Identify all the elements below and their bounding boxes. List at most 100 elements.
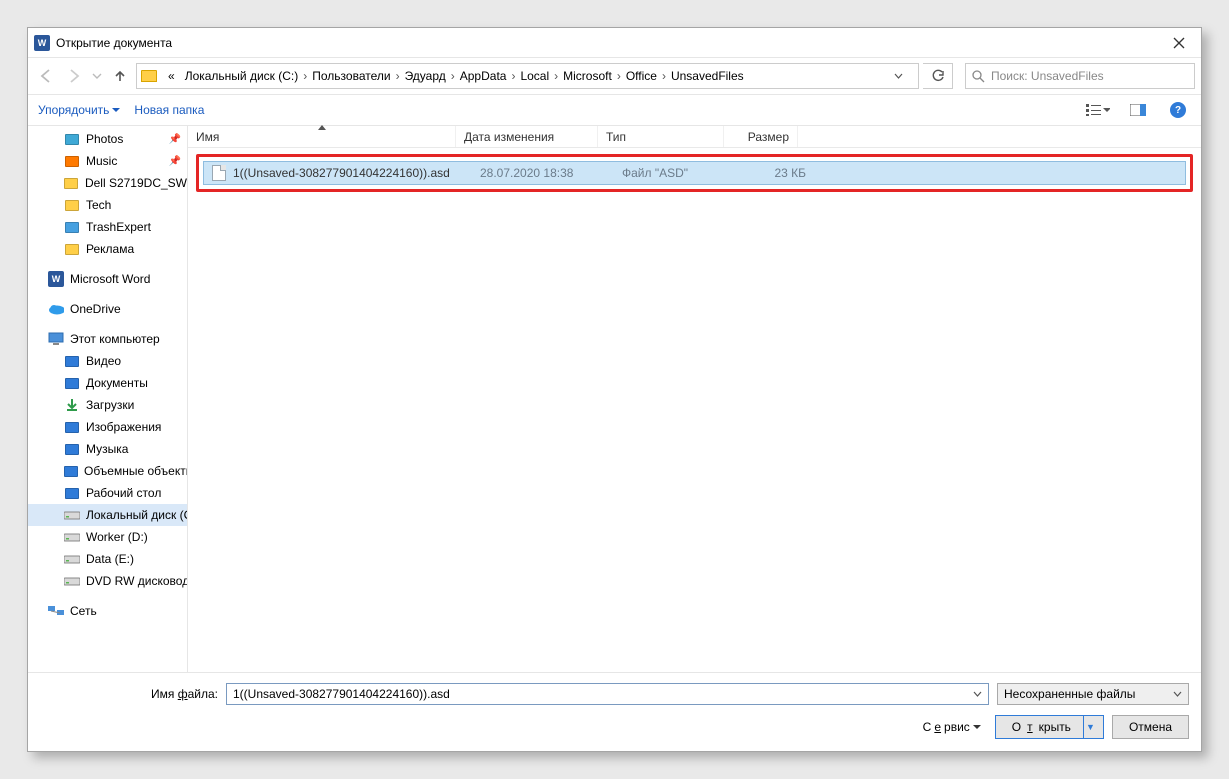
sidebar-pc-item[interactable]: Объемные объекты [28, 460, 187, 482]
view-list-icon [1086, 104, 1101, 116]
sidebar-item-label: DVD RW дисковод [86, 574, 187, 588]
filetype-combo[interactable]: Несохраненные файлы [997, 683, 1189, 705]
breadcrumb-item[interactable]: Эдуард [402, 69, 449, 83]
video-icon [64, 353, 80, 369]
breadcrumb-item[interactable]: Local [517, 69, 552, 83]
new-folder-button[interactable]: Новая папка [134, 103, 204, 117]
breadcrumb-item[interactable]: Пользователи [309, 69, 393, 83]
sidebar-item-label: Tech [86, 198, 111, 212]
pictures-icon [64, 419, 80, 435]
command-bar: Упорядочить Новая папка ? [28, 94, 1201, 126]
file-name: 1((Unsaved-308277901404224160)).asd [233, 166, 450, 180]
chevron-down-icon [894, 73, 903, 79]
sidebar-item-label: Рабочий стол [86, 486, 161, 500]
sidebar-pc-item[interactable]: Data (E:) [28, 548, 187, 570]
sidebar-item-label: Microsoft Word [70, 272, 150, 286]
network-icon [48, 603, 64, 619]
sidebar-pc-item[interactable]: DVD RW дисковод [28, 570, 187, 592]
close-button[interactable] [1163, 31, 1195, 55]
open-file-dialog: W Открытие документа « Локальный диск (C… [27, 27, 1202, 752]
annotation-highlight: 1((Unsaved-308277901404224160)).asd 28.0… [196, 154, 1193, 192]
refresh-button[interactable] [923, 63, 953, 89]
chevron-right-icon: › [449, 69, 457, 83]
sidebar-word[interactable]: WMicrosoft Word [28, 268, 187, 290]
sidebar-pc-item[interactable]: Музыка [28, 438, 187, 460]
sidebar-quick-item[interactable]: Tech [28, 194, 187, 216]
sidebar-pc-item[interactable]: Локальный диск (C:) [28, 504, 187, 526]
open-split-button[interactable]: ▼ [1083, 716, 1097, 738]
chevron-down-icon [1103, 108, 1110, 113]
sidebar-this-pc[interactable]: Этот компьютер [28, 328, 187, 350]
sidebar-item-label: Сеть [70, 604, 97, 618]
recent-locations-button[interactable] [90, 64, 104, 88]
sidebar-pc-item[interactable]: Рабочий стол [28, 482, 187, 504]
sidebar-quick-item[interactable]: TrashExpert [28, 216, 187, 238]
sidebar-pc-item[interactable]: Документы [28, 372, 187, 394]
drive-icon [64, 529, 80, 545]
cancel-button[interactable]: Отмена [1112, 715, 1189, 739]
open-button[interactable]: Открыть ▼ [995, 715, 1104, 739]
arrow-up-icon [113, 69, 127, 83]
breadcrumb-item[interactable]: Локальный диск (C:) [182, 69, 302, 83]
col-name-label: Имя [196, 130, 219, 144]
sidebar-pc-item[interactable]: Загрузки [28, 394, 187, 416]
dialog-body: Photos📌 Music 📌 Dell S2719DC_SW Tech TrashExp… [28, 126, 1201, 673]
sidebar-quick-item[interactable]: Photos📌 [28, 128, 187, 150]
sidebar-pc-item[interactable]: Видео [28, 350, 187, 372]
breadcrumb-item[interactable]: AppData [457, 69, 510, 83]
chevron-right-icon: › [660, 69, 668, 83]
sidebar-onedrive[interactable]: OneDrive [28, 298, 187, 320]
column-header-size[interactable]: Размер [724, 126, 798, 147]
chevron-right-icon: › [394, 69, 402, 83]
nav-back-button[interactable] [34, 64, 58, 88]
nav-up-button[interactable] [108, 64, 132, 88]
path-dropdown-button[interactable] [894, 73, 914, 79]
preview-pane-icon [1130, 104, 1146, 116]
sidebar-pc-item[interactable]: Worker (D:) [28, 526, 187, 548]
sidebar-item-label: Локальный диск (C:) [86, 508, 187, 522]
sidebar-item-label: Загрузки [86, 398, 134, 412]
cancel-label: Отмена [1129, 720, 1172, 734]
tools-button[interactable]: Сервис [923, 720, 981, 734]
view-options-button[interactable] [1085, 99, 1111, 121]
column-header-name[interactable]: Имя [188, 126, 456, 147]
pc-icon [48, 331, 64, 347]
sidebar-pc-item[interactable]: Изображения [28, 416, 187, 438]
sidebar-item-label: Видео [86, 354, 121, 368]
desktop-icon [64, 485, 80, 501]
preview-pane-button[interactable] [1125, 99, 1151, 121]
folder-icon [141, 70, 157, 82]
sidebar-quick-item[interactable]: Dell S2719DC_SW [28, 172, 187, 194]
sidebar-quick-item[interactable]: Music 📌 [28, 150, 187, 172]
filename-input[interactable]: 1((Unsaved-308277901404224160)).asd [226, 683, 989, 705]
column-header-date[interactable]: Дата изменения [456, 126, 598, 147]
breadcrumb-overflow[interactable]: « [165, 69, 178, 83]
close-icon [1173, 37, 1185, 49]
file-row[interactable]: 1((Unsaved-308277901404224160)).asd 28.0… [203, 161, 1186, 185]
filename-label: Имя файла: [40, 687, 218, 701]
nav-forward-button[interactable] [62, 64, 86, 88]
sidebar-item-label: Объемные объекты [84, 464, 187, 478]
column-header-type[interactable]: Тип [598, 126, 724, 147]
sidebar-item-label: Music [86, 154, 117, 168]
col-date-label: Дата изменения [464, 130, 554, 144]
address-bar: « Локальный диск (C:)›Пользователи›Эдуар… [28, 58, 1201, 94]
search-input[interactable]: Поиск: UnsavedFiles [965, 63, 1195, 89]
column-headers: Имя Дата изменения Тип Размер [188, 126, 1201, 148]
breadcrumb-item[interactable]: Microsoft [560, 69, 615, 83]
sidebar-item-label: Музыка [86, 442, 128, 456]
breadcrumb-item[interactable]: Office [623, 69, 660, 83]
file-type: Файл "ASD" [622, 166, 688, 180]
sidebar-network[interactable]: Сеть [28, 600, 187, 622]
breadcrumb-item[interactable]: UnsavedFiles [668, 69, 747, 83]
organize-label: Упорядочить [38, 103, 109, 117]
breadcrumb-path[interactable]: « Локальный диск (C:)›Пользователи›Эдуар… [136, 63, 919, 89]
sidebar-quick-item[interactable]: Реклама [28, 238, 187, 260]
chevron-down-icon [92, 73, 102, 79]
file-date: 28.07.2020 18:38 [480, 166, 573, 180]
pin-icon: 📌 [169, 156, 181, 167]
organize-button[interactable]: Упорядочить [38, 103, 120, 117]
help-button[interactable]: ? [1165, 99, 1191, 121]
chevron-down-icon [973, 691, 982, 697]
photos-icon [64, 131, 80, 147]
